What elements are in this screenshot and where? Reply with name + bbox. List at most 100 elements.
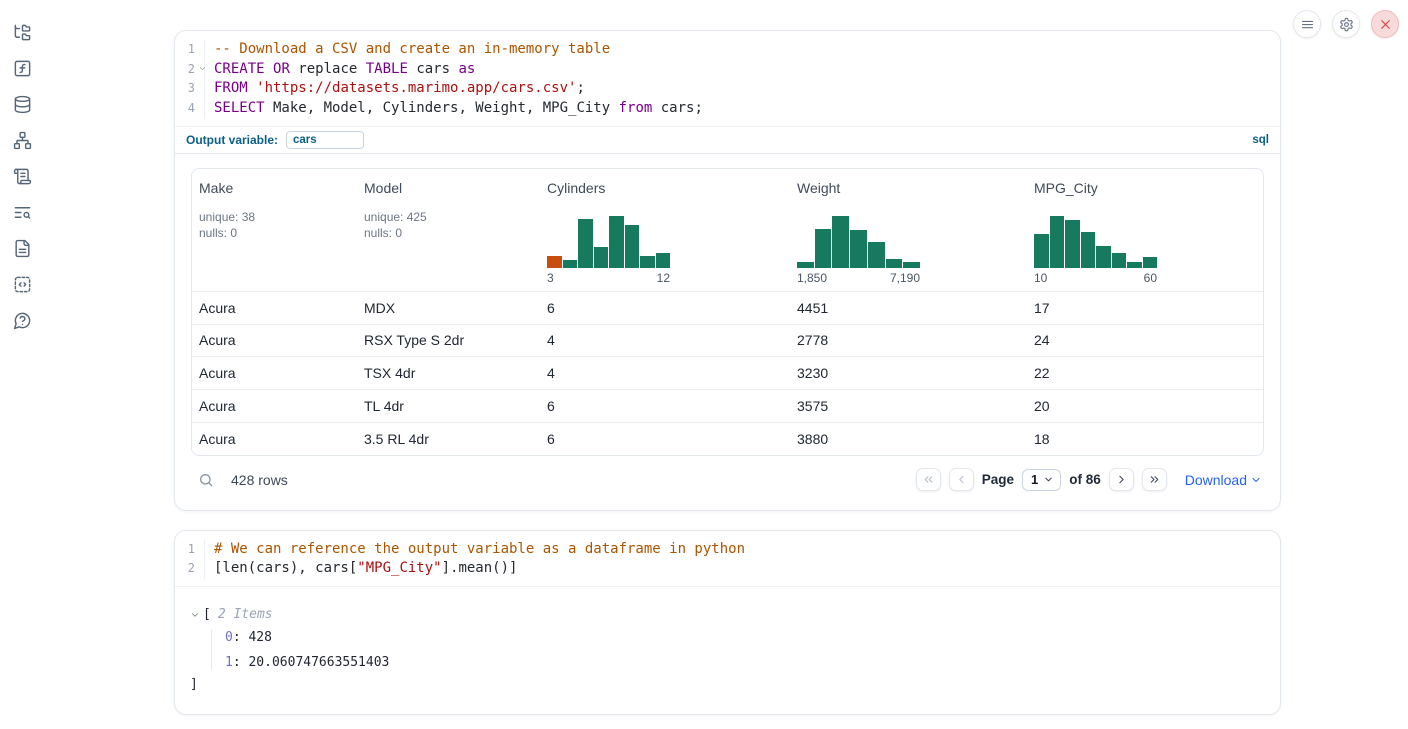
sql-code-editor[interactable]: 1-- Download a CSV and create an in-memo… xyxy=(175,31,1280,126)
line-number: 1 xyxy=(175,540,205,560)
column-stats: unique: 425nulls: 0 xyxy=(364,209,532,242)
next-page-button[interactable] xyxy=(1109,468,1134,491)
search-button[interactable] xyxy=(198,472,214,488)
tree-entry-value: : 428 xyxy=(233,630,272,645)
sidebar-item-datasources[interactable] xyxy=(10,92,34,116)
menu-icon xyxy=(1300,17,1315,32)
table-cell: 3.5 RL 4dr xyxy=(357,431,540,447)
histogram-bar xyxy=(594,247,609,268)
pagination: Page 1 of 86 xyxy=(916,468,1167,491)
tree-entry: 1: 20.060747663551403 xyxy=(225,655,1264,670)
histogram-max-label: 12 xyxy=(657,271,670,285)
code-line: 1-- Download a CSV and create an in-memo… xyxy=(175,40,1280,60)
code-text[interactable]: FROM 'https://datasets.marimo.app/cars.c… xyxy=(205,79,585,99)
sidebar-item-documentation[interactable] xyxy=(10,236,34,260)
column-name: Make xyxy=(199,180,349,196)
column-header-model[interactable]: Model unique: 425nulls: 0 xyxy=(357,169,540,291)
code-text[interactable]: [len(cars), cars["MPG_City"].mean()] xyxy=(205,559,517,579)
table-cell: TL 4dr xyxy=(357,398,540,414)
chevron-right-icon xyxy=(1115,473,1128,486)
output-variable-input[interactable] xyxy=(286,131,364,149)
table-body: AcuraMDX6445117AcuraRSX Type S 2dr427782… xyxy=(192,291,1263,455)
fold-chevron-icon[interactable] xyxy=(198,64,207,73)
table-cell: TSX 4dr xyxy=(357,365,540,381)
histogram-bar xyxy=(1081,232,1096,267)
documentation-icon xyxy=(13,239,32,258)
histogram-bar xyxy=(797,262,814,268)
histogram-bar xyxy=(903,262,920,268)
table-row: AcuraRSX Type S 2dr4277824 xyxy=(192,324,1263,357)
histogram-bar xyxy=(1050,216,1065,268)
notebook: 1-- Download a CSV and create an in-memo… xyxy=(174,30,1281,715)
datasources-icon xyxy=(13,95,32,114)
histogram-bar xyxy=(640,256,655,268)
settings-button[interactable] xyxy=(1332,10,1360,38)
histogram-bar xyxy=(609,216,624,268)
column-header-weight[interactable]: Weight1,8507,190 xyxy=(790,169,1027,291)
table-cell: 6 xyxy=(540,398,790,414)
page-select[interactable]: 1 xyxy=(1022,469,1061,491)
download-button[interactable]: Download xyxy=(1185,472,1262,488)
column-name: Cylinders xyxy=(547,180,782,196)
sql-output: Makeunique: 38nulls: 0 Model unique: 425nu… xyxy=(175,154,1280,510)
histogram-bar xyxy=(1096,246,1111,267)
sidebar-item-snippets[interactable] xyxy=(10,272,34,296)
output-variable-row: Output variable: sql xyxy=(175,126,1280,154)
sidebar-item-logs[interactable] xyxy=(10,164,34,188)
last-page-button[interactable] xyxy=(1142,468,1167,491)
row-count: 428 rows xyxy=(231,472,288,488)
histogram-bar xyxy=(1112,253,1127,268)
column-header-make[interactable]: Makeunique: 38nulls: 0 xyxy=(192,169,357,291)
logs-icon xyxy=(13,167,32,186)
line-number: 1 xyxy=(175,40,205,60)
table-cell: Acura xyxy=(192,431,357,447)
close-icon xyxy=(1378,17,1393,32)
column-header-mpg_city[interactable]: MPG_City1060 xyxy=(1027,169,1259,291)
histogram-bar xyxy=(815,229,832,268)
table-cell: 20 xyxy=(1027,398,1259,414)
histogram-max-label: 60 xyxy=(1144,271,1157,285)
sidebar-item-functions[interactable] xyxy=(10,56,34,80)
code-text[interactable]: CREATE OR replace TABLE cars as xyxy=(205,60,475,80)
close-button[interactable] xyxy=(1371,10,1399,38)
table-cell: 4451 xyxy=(790,300,1027,316)
table-row: AcuraTSX 4dr4323022 xyxy=(192,356,1263,389)
table-header: Makeunique: 38nulls: 0 Model unique: 425nu… xyxy=(192,169,1263,291)
column-name: Model xyxy=(364,180,532,196)
histogram-min-label: 10 xyxy=(1034,271,1047,285)
first-page-button[interactable] xyxy=(916,468,941,491)
histogram-bar xyxy=(625,225,640,268)
chevrons-right-icon xyxy=(1148,473,1161,486)
histogram-min-label: 1,850 xyxy=(797,271,827,285)
previous-page-button[interactable] xyxy=(949,468,974,491)
histogram-bar xyxy=(563,260,578,267)
code-text[interactable]: -- Download a CSV and create an in-memor… xyxy=(205,40,610,60)
line-number: 3 xyxy=(175,79,205,99)
column-header-cylinders[interactable]: Cylinders 3 12 xyxy=(540,169,790,291)
table-cell: 3880 xyxy=(790,431,1027,447)
sidebar-item-dependency-graph[interactable] xyxy=(10,128,34,152)
help-icon xyxy=(13,311,32,330)
sidebar-item-help[interactable] xyxy=(10,308,34,332)
download-label: Download xyxy=(1185,472,1247,488)
table-cell: 2778 xyxy=(790,332,1027,348)
collapse-chevron-icon[interactable] xyxy=(190,610,200,620)
settings-icon xyxy=(1339,17,1354,32)
table-cell: 3575 xyxy=(790,398,1027,414)
histogram-bar xyxy=(1127,262,1142,268)
table-cell: MDX xyxy=(357,300,540,316)
code-line: 2[len(cars), cars["MPG_City"].mean()] xyxy=(175,559,1280,579)
code-text[interactable]: # We can reference the output variable a… xyxy=(205,540,745,560)
histogram-min-label: 3 xyxy=(547,271,554,285)
python-code-editor[interactable]: 1# We can reference the output variable … xyxy=(175,531,1280,586)
sidebar-item-file-tree[interactable] xyxy=(10,20,34,44)
histogram-bar xyxy=(547,256,562,268)
chevrons-left-icon xyxy=(922,473,935,486)
code-line: 2CREATE OR replace TABLE cars as xyxy=(175,60,1280,80)
helper-sidebar xyxy=(0,0,44,332)
line-number: 2 xyxy=(175,60,205,80)
sidebar-item-text-search[interactable] xyxy=(10,200,34,224)
menu-button[interactable] xyxy=(1293,10,1321,38)
table-cell: Acura xyxy=(192,398,357,414)
code-text[interactable]: SELECT Make, Model, Cylinders, Weight, M… xyxy=(205,99,703,119)
